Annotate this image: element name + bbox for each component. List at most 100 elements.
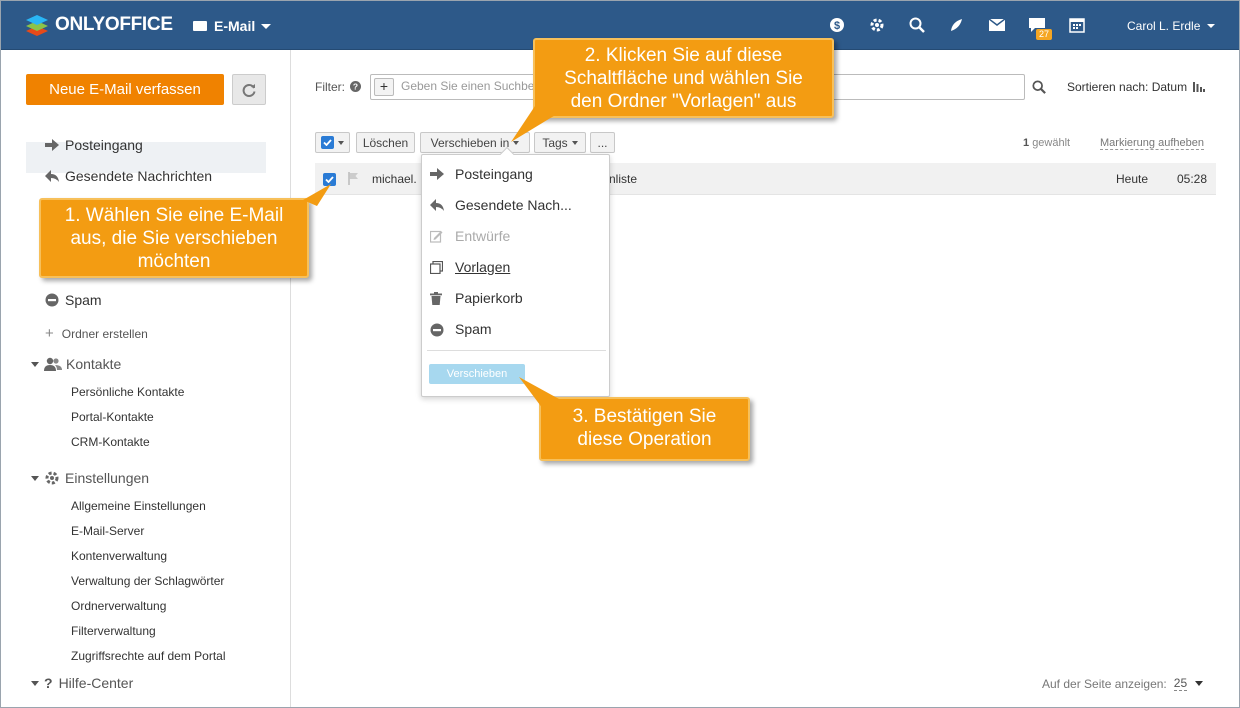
- callout-step-2: 2. Klicken Sie auf diese Schaltfläche un…: [511, 38, 834, 142]
- block-icon: [45, 293, 59, 307]
- sort-selector[interactable]: Sortieren nach: Datum: [1067, 80, 1206, 94]
- gear-icon: [45, 471, 59, 485]
- mail-icon[interactable]: [989, 17, 1005, 33]
- move-menu-item-trash[interactable]: Papierkorb: [430, 288, 523, 308]
- block-icon: [430, 323, 444, 337]
- page-size-selector[interactable]: Auf der Seite anzeigen: 25: [1042, 676, 1204, 691]
- logo-text: ONLYOFFICE: [55, 14, 173, 35]
- chevron-down-icon: [1207, 24, 1216, 28]
- sidebar-item-label: Posteingang: [65, 137, 143, 153]
- search-icon[interactable]: [1032, 80, 1046, 97]
- refresh-button[interactable]: [232, 74, 266, 105]
- chevron-down-icon: [31, 475, 39, 481]
- module-label: E-Mail: [214, 18, 256, 34]
- settings-access-rights[interactable]: Zugriffsrechte auf dem Portal: [71, 649, 226, 663]
- copy-icon: [430, 261, 443, 274]
- callout-pointer: [519, 377, 559, 409]
- callout-step-3: 3. Bestätigen Sie diese Operation: [519, 377, 750, 461]
- dollar-icon[interactable]: $: [829, 17, 845, 33]
- move-menu-item-spam[interactable]: Spam: [430, 319, 492, 339]
- settings-tags[interactable]: Verwaltung der Schlagwörter: [71, 574, 224, 588]
- move-menu-item-drafts: Entwürfe: [430, 226, 510, 246]
- chevron-down-icon: [261, 23, 272, 29]
- envelope-icon: [193, 21, 207, 31]
- logo-icon: [25, 12, 49, 38]
- sidebar-item-inbox[interactable]: Posteingang: [45, 134, 143, 156]
- select-all-checkbox[interactable]: [315, 132, 350, 153]
- move-menu-item-templates[interactable]: Vorlagen: [430, 257, 510, 277]
- move-menu-item-inbox[interactable]: Posteingang: [430, 164, 533, 184]
- mail-date: Heute: [1116, 172, 1149, 186]
- settings-accounts[interactable]: Kontenverwaltung: [71, 549, 167, 563]
- chevron-down-icon: [31, 680, 39, 686]
- calendar-icon[interactable]: [1069, 17, 1085, 33]
- arrow-right-icon: [45, 139, 59, 151]
- checkbox-checked-icon: [321, 136, 334, 149]
- feed-icon[interactable]: [949, 17, 965, 33]
- settings-folders[interactable]: Ordnerverwaltung: [71, 599, 166, 613]
- edit-icon: [430, 230, 443, 243]
- sidebar-item-label: Gesendete Nachrichten: [65, 168, 213, 184]
- chat-badge: 27: [1036, 29, 1053, 40]
- move-to-label: Verschieben in: [430, 135, 510, 150]
- sidebar-item-label: Spam: [65, 292, 102, 308]
- unmark-link[interactable]: Markierung aufheben: [1100, 137, 1204, 150]
- move-menu-item-sent[interactable]: Gesendete Nach...: [430, 195, 572, 215]
- chevron-down-icon: [571, 140, 578, 145]
- confirm-move-button[interactable]: Verschieben: [429, 364, 525, 384]
- plus-icon: +: [45, 325, 54, 342]
- chevron-down-icon: [1195, 681, 1204, 686]
- delete-button[interactable]: Löschen: [356, 132, 415, 153]
- page-size-value[interactable]: 25: [1173, 676, 1188, 691]
- mail-time: 05:28: [1177, 172, 1208, 186]
- sidebar-item-spam[interactable]: Spam: [45, 289, 102, 311]
- contacts-personal[interactable]: Persönliche Kontakte: [71, 385, 184, 399]
- section-settings[interactable]: Einstellungen: [31, 470, 149, 486]
- settings-filters[interactable]: Filterverwaltung: [71, 624, 156, 638]
- reply-icon: [430, 199, 444, 211]
- more-button[interactable]: ...: [590, 132, 615, 153]
- callout-pointer: [303, 184, 331, 206]
- gear-icon[interactable]: [869, 17, 885, 33]
- callout-step-1: 1. Wählen Sie eine E-Mail aus, die Sie v…: [39, 184, 331, 278]
- contacts-icon: [44, 357, 62, 371]
- divider: [427, 350, 606, 351]
- filter-label: Filter: ?: [315, 80, 362, 94]
- page-size-label: Auf der Seite anzeigen:: [1042, 676, 1167, 691]
- add-filter-button[interactable]: +: [374, 78, 394, 96]
- trash-icon: [430, 292, 442, 305]
- refresh-icon: [242, 83, 256, 97]
- mail-sender: michael.: [372, 172, 417, 186]
- module-selector[interactable]: E-Mail: [193, 18, 272, 34]
- user-menu[interactable]: Carol L. Erdle: [1127, 19, 1216, 33]
- section-title: Hilfe-Center: [58, 675, 134, 691]
- reply-icon: [45, 170, 59, 182]
- svg-text:?: ?: [353, 82, 358, 92]
- chevron-down-icon: [338, 140, 344, 145]
- create-folder-link[interactable]: + Ordner erstellen: [45, 325, 148, 342]
- compose-button[interactable]: Neue E-Mail verfassen: [26, 74, 224, 105]
- search-icon[interactable]: [909, 17, 925, 33]
- contacts-portal[interactable]: Portal-Kontakte: [71, 410, 154, 424]
- create-folder-label: Ordner erstellen: [61, 326, 148, 341]
- section-title: Kontakte: [66, 356, 122, 372]
- selection-count: 1 gewählt: [1023, 137, 1071, 149]
- user-name: Carol L. Erdle: [1127, 19, 1201, 33]
- mail-subject: nliste: [609, 172, 638, 186]
- sidebar-item-sent[interactable]: Gesendete Nachrichten: [45, 165, 212, 187]
- callout-pointer: [511, 106, 557, 142]
- section-contacts[interactable]: Kontakte: [31, 356, 121, 372]
- svg-text:$: $: [834, 20, 840, 32]
- settings-general[interactable]: Allgemeine Einstellungen: [71, 499, 206, 513]
- sort-label: Sortieren nach: Datum: [1067, 80, 1188, 94]
- logo[interactable]: ONLYOFFICE: [25, 12, 173, 38]
- move-to-dropdown: Posteingang Gesendete Nach... Entwürfe V…: [421, 146, 610, 397]
- contacts-crm[interactable]: CRM-Kontakte: [71, 435, 150, 449]
- section-title: Einstellungen: [65, 470, 150, 486]
- help-icon[interactable]: ?: [350, 81, 362, 92]
- flag-icon[interactable]: [348, 172, 359, 188]
- app-window: ONLYOFFICE E-Mail $ 27 Carol L. Erdle Ne…: [0, 0, 1240, 708]
- settings-mail-server[interactable]: E-Mail-Server: [71, 524, 144, 538]
- section-help[interactable]: ? Hilfe-Center: [31, 675, 133, 691]
- sort-icon: [1193, 82, 1206, 92]
